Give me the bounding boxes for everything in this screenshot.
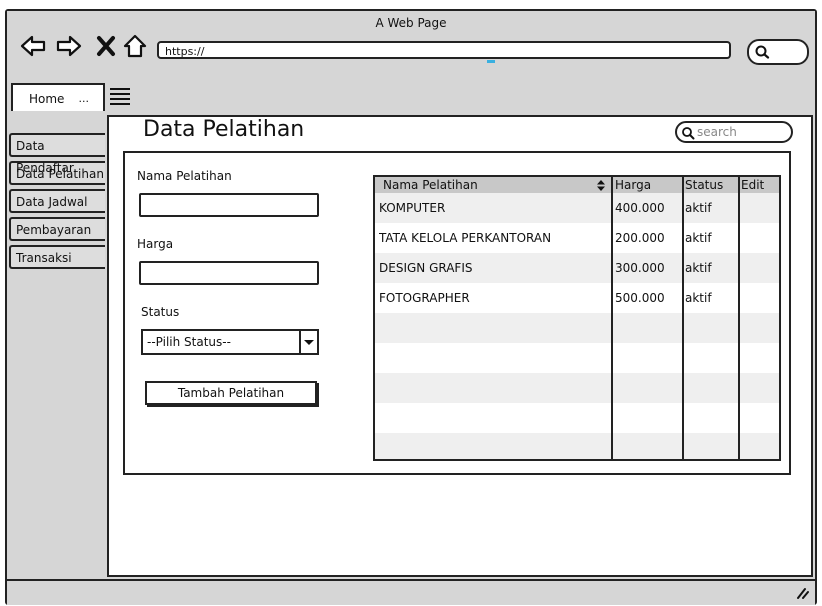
cell-status (685, 373, 737, 403)
cell-edit[interactable] (741, 403, 777, 433)
cell-edit[interactable] (741, 193, 777, 223)
cell-harga (615, 343, 681, 373)
cell-nama (379, 373, 609, 403)
cell-nama (379, 343, 609, 373)
home-icon[interactable] (121, 33, 149, 59)
status-selected-value: --Pilih Status-- (147, 335, 231, 349)
cell-status (685, 343, 737, 373)
sidebar-item-data-pelatihan[interactable]: Data Pelatihan (9, 161, 105, 185)
cell-nama (379, 433, 609, 459)
status-select[interactable]: --Pilih Status-- (141, 329, 319, 355)
url-field[interactable]: https:// (157, 41, 731, 59)
column-divider (738, 177, 740, 459)
cell-harga: 300.000 (615, 261, 665, 275)
back-icon[interactable] (19, 33, 47, 59)
sidebar-item-pembayaran[interactable]: Pembayaran (9, 217, 105, 241)
cell-status (685, 433, 737, 459)
page-title: Data Pelatihan (143, 117, 305, 142)
sidebar: Data Pendaftar Data Pelatihan Data Jadwa… (9, 133, 105, 273)
cell-edit[interactable] (741, 343, 777, 373)
browser-window: A Web Page https:// Home ... Data Data P… (5, 9, 817, 605)
cell-nama (379, 313, 609, 343)
cell-harga (615, 373, 681, 403)
sidebar-item-transaksi[interactable]: Transaksi (9, 245, 105, 269)
window-title: A Web Page (375, 16, 447, 30)
table-row[interactable] (375, 373, 779, 403)
cell-harga (615, 403, 681, 433)
cell-harga: 400.000 (615, 201, 665, 215)
column-divider (611, 177, 613, 459)
cell-nama: FOTOGRAPHER (379, 291, 470, 305)
column-divider (682, 177, 684, 459)
tab-home-more[interactable]: ... (79, 85, 90, 113)
url-loading-indicator (487, 60, 495, 63)
cell-harga (615, 313, 681, 343)
table-row[interactable] (375, 313, 779, 343)
cell-status: aktif (685, 291, 712, 305)
cell-status (685, 313, 737, 343)
sidebar-item-data-jadwal[interactable]: Data Jadwal (9, 189, 105, 213)
table-header: Nama Pelatihan Harga Status Edit (375, 177, 779, 193)
cell-harga: 500.000 (615, 291, 665, 305)
header-harga[interactable]: Harga (615, 177, 681, 193)
cell-edit[interactable] (741, 283, 777, 313)
cell-edit[interactable] (741, 433, 777, 459)
close-icon[interactable] (93, 33, 121, 59)
table-row[interactable] (375, 403, 779, 433)
header-status[interactable]: Status (685, 177, 737, 193)
dropdown-arrow[interactable] (299, 331, 317, 353)
search-icon (755, 45, 770, 59)
sort-icon[interactable] (595, 179, 607, 192)
table-row[interactable] (375, 433, 779, 459)
table-row[interactable]: TATA KELOLA PERKANTORAN 200.000 aktif (375, 223, 779, 253)
search-icon (682, 127, 695, 140)
page-search-input[interactable]: search (675, 121, 793, 143)
cell-edit[interactable] (741, 373, 777, 403)
name-label: Nama Pelatihan (137, 169, 232, 183)
cell-status (685, 403, 737, 433)
cell-status: aktif (685, 261, 712, 275)
tab-bar: Home ... (7, 83, 815, 113)
cell-edit[interactable] (741, 223, 777, 253)
forward-icon[interactable] (55, 33, 83, 59)
status-label: Status (141, 305, 180, 319)
training-table: Nama Pelatihan Harga Status Edit KOMPUTE… (373, 175, 781, 461)
tab-home-label: Home (29, 92, 65, 106)
sidebar-item-data-pendaftar[interactable]: Data Pendaftar (9, 133, 105, 175)
price-label: Harga (137, 237, 174, 251)
cell-edit[interactable] (741, 313, 777, 343)
header-edit[interactable]: Edit (741, 177, 777, 193)
price-input[interactable] (139, 261, 319, 285)
cell-status: aktif (685, 231, 712, 245)
cell-nama: DESIGN GRAFIS (379, 261, 473, 275)
cell-nama: KOMPUTER (379, 201, 446, 215)
browser-search-button[interactable] (747, 39, 809, 65)
menu-icon[interactable] (109, 85, 131, 109)
cell-edit[interactable] (741, 253, 777, 283)
add-training-button[interactable]: Tambah Pelatihan (145, 381, 317, 405)
cell-nama: TATA KELOLA PERKANTORAN (379, 231, 552, 245)
chevron-down-icon (304, 340, 314, 345)
tab-home[interactable]: Home ... (11, 83, 105, 111)
resize-grip-icon[interactable] (795, 587, 809, 599)
page-search-placeholder: search (697, 125, 737, 139)
header-nama-pelatihan[interactable]: Nama Pelatihan (383, 177, 593, 193)
cell-harga (615, 433, 681, 459)
table-row[interactable]: FOTOGRAPHER 500.000 aktif (375, 283, 779, 313)
training-name-input[interactable] (139, 193, 319, 217)
title-bar: A Web Page https:// (7, 11, 815, 85)
cell-harga: 200.000 (615, 231, 665, 245)
table-row[interactable] (375, 343, 779, 373)
table-row[interactable]: DESIGN GRAFIS 300.000 aktif (375, 253, 779, 283)
cell-status: aktif (685, 201, 712, 215)
cell-nama (379, 403, 609, 433)
status-bar (7, 579, 815, 605)
table-row[interactable]: KOMPUTER 400.000 aktif (375, 193, 779, 223)
